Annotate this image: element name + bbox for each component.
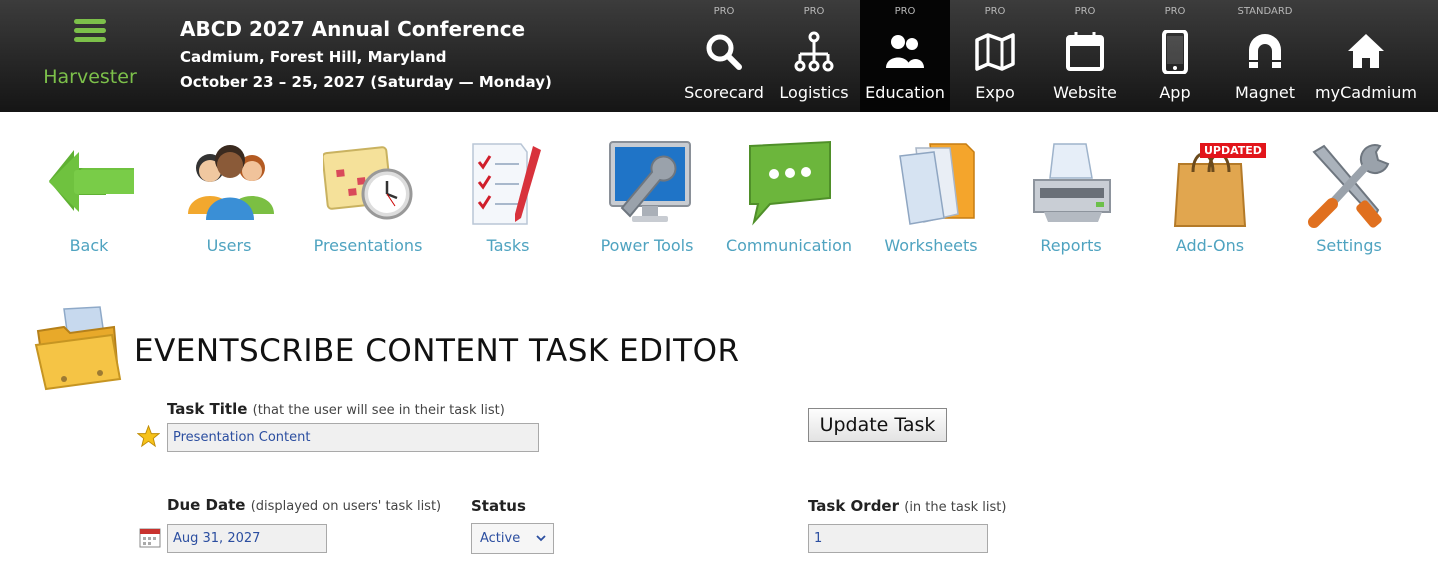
folder-icon: [34, 306, 122, 391]
tier-label: PRO: [713, 6, 735, 17]
search-icon: [706, 34, 742, 70]
calendar-picker-icon[interactable]: [139, 526, 161, 548]
toolbar-presentations[interactable]: Presentations: [303, 138, 433, 262]
magnet-icon: [1249, 34, 1281, 68]
status-value: Active: [480, 531, 521, 546]
tool-label: Settings: [1316, 236, 1382, 255]
topnav-label: myCadmium: [1315, 83, 1417, 102]
task-order-label-text: Task Order: [808, 497, 900, 515]
tier-label: STANDARD: [1237, 6, 1293, 17]
toolbar-tasks[interactable]: Tasks: [443, 138, 573, 262]
worksheets-icon: [899, 143, 975, 225]
status-label: Status: [471, 497, 526, 515]
topnav-mycadmium[interactable]: myCadmium: [1315, 0, 1417, 112]
due-date-input[interactable]: [167, 524, 327, 553]
toolbar-back[interactable]: Back: [24, 138, 154, 262]
task-title-input[interactable]: [167, 423, 539, 452]
tasks-icon: [472, 143, 541, 225]
org-chart-icon: [794, 31, 834, 72]
home-icon: [1348, 34, 1384, 68]
settings-icon: [1308, 144, 1390, 228]
topnav-expo[interactable]: PRO Expo: [950, 0, 1040, 112]
toolbar-settings[interactable]: Settings: [1284, 138, 1414, 262]
task-title-label-text: Task Title: [167, 400, 248, 418]
task-order-input[interactable]: [808, 524, 988, 553]
tool-label: Tasks: [486, 236, 530, 255]
tier-label: PRO: [1074, 6, 1096, 17]
topnav-education[interactable]: PRO Education: [860, 0, 950, 112]
event-dates: October 23 – 25, 2027 (Saturday — Monday…: [180, 73, 552, 91]
topnav-website[interactable]: PRO Website: [1040, 0, 1130, 112]
tool-label: Communication: [725, 236, 853, 255]
star-icon: [137, 425, 160, 448]
phone-icon: [1162, 30, 1188, 74]
update-task-button[interactable]: Update Task: [808, 408, 947, 442]
task-title-label: Task Title (that the user will see in th…: [167, 400, 505, 418]
brand-name[interactable]: Harvester: [0, 66, 180, 88]
topnav-magnet[interactable]: STANDARD Magnet: [1220, 0, 1310, 112]
top-bar: Harvester ABCD 2027 Annual Conference Ca…: [0, 0, 1438, 112]
calendar-icon: [1066, 32, 1104, 71]
task-order-note: (in the task list): [904, 500, 1007, 515]
tier-label: PRO: [803, 6, 825, 17]
tool-label: Presentations: [313, 236, 423, 255]
tier-label: PRO: [1164, 6, 1186, 17]
tool-label: Reports: [1040, 236, 1102, 255]
topnav-logistics[interactable]: PRO Logistics: [769, 0, 859, 112]
toolbar-communication[interactable]: Communication: [724, 138, 854, 262]
due-date-label-text: Due Date: [167, 496, 246, 514]
tool-label: Power Tools: [600, 236, 694, 255]
task-order-label: Task Order (in the task list): [808, 497, 1006, 515]
topnav-scorecard[interactable]: PRO Scorecard: [679, 0, 769, 112]
due-date-label: Due Date (displayed on users' task list): [167, 496, 441, 514]
toolbar-users[interactable]: Users: [164, 138, 294, 262]
back-arrow-icon: [49, 150, 134, 212]
topnav-app[interactable]: PRO App: [1130, 0, 1220, 112]
topnav-label: Magnet: [1234, 83, 1296, 102]
reports-icon: [1033, 143, 1111, 222]
menu-icon[interactable]: [74, 19, 106, 43]
users-icon: [188, 145, 274, 220]
toolbar-reports[interactable]: Reports: [1006, 138, 1136, 262]
tool-label: Back: [69, 236, 109, 255]
toolbar-worksheets[interactable]: Worksheets: [866, 138, 996, 262]
people-icon: [886, 35, 924, 68]
tier-label: PRO: [984, 6, 1006, 17]
tool-label: Add-Ons: [1175, 236, 1245, 255]
updated-badge: UPDATED: [1200, 143, 1266, 158]
tier-label: PRO: [894, 6, 916, 17]
map-icon: [975, 33, 1015, 71]
page-title: EVENTSCRIBE CONTENT TASK EDITOR: [134, 333, 740, 369]
status-select[interactable]: Active: [471, 523, 554, 554]
tool-label: Users: [206, 236, 252, 255]
tool-label: Worksheets: [884, 236, 978, 255]
event-location: Cadmium, Forest Hill, Maryland: [180, 48, 447, 66]
presentations-icon: [323, 146, 413, 220]
chevron-down-icon: [536, 535, 546, 542]
due-date-note: (displayed on users' task list): [250, 499, 442, 514]
power-tools-icon: [609, 141, 691, 222]
event-title: ABCD 2027 Annual Conference: [180, 17, 526, 41]
task-title-note: (that the user will see in their task li…: [252, 403, 505, 418]
toolbar-power-tools[interactable]: Power Tools: [582, 138, 712, 262]
communication-icon: [749, 140, 831, 226]
